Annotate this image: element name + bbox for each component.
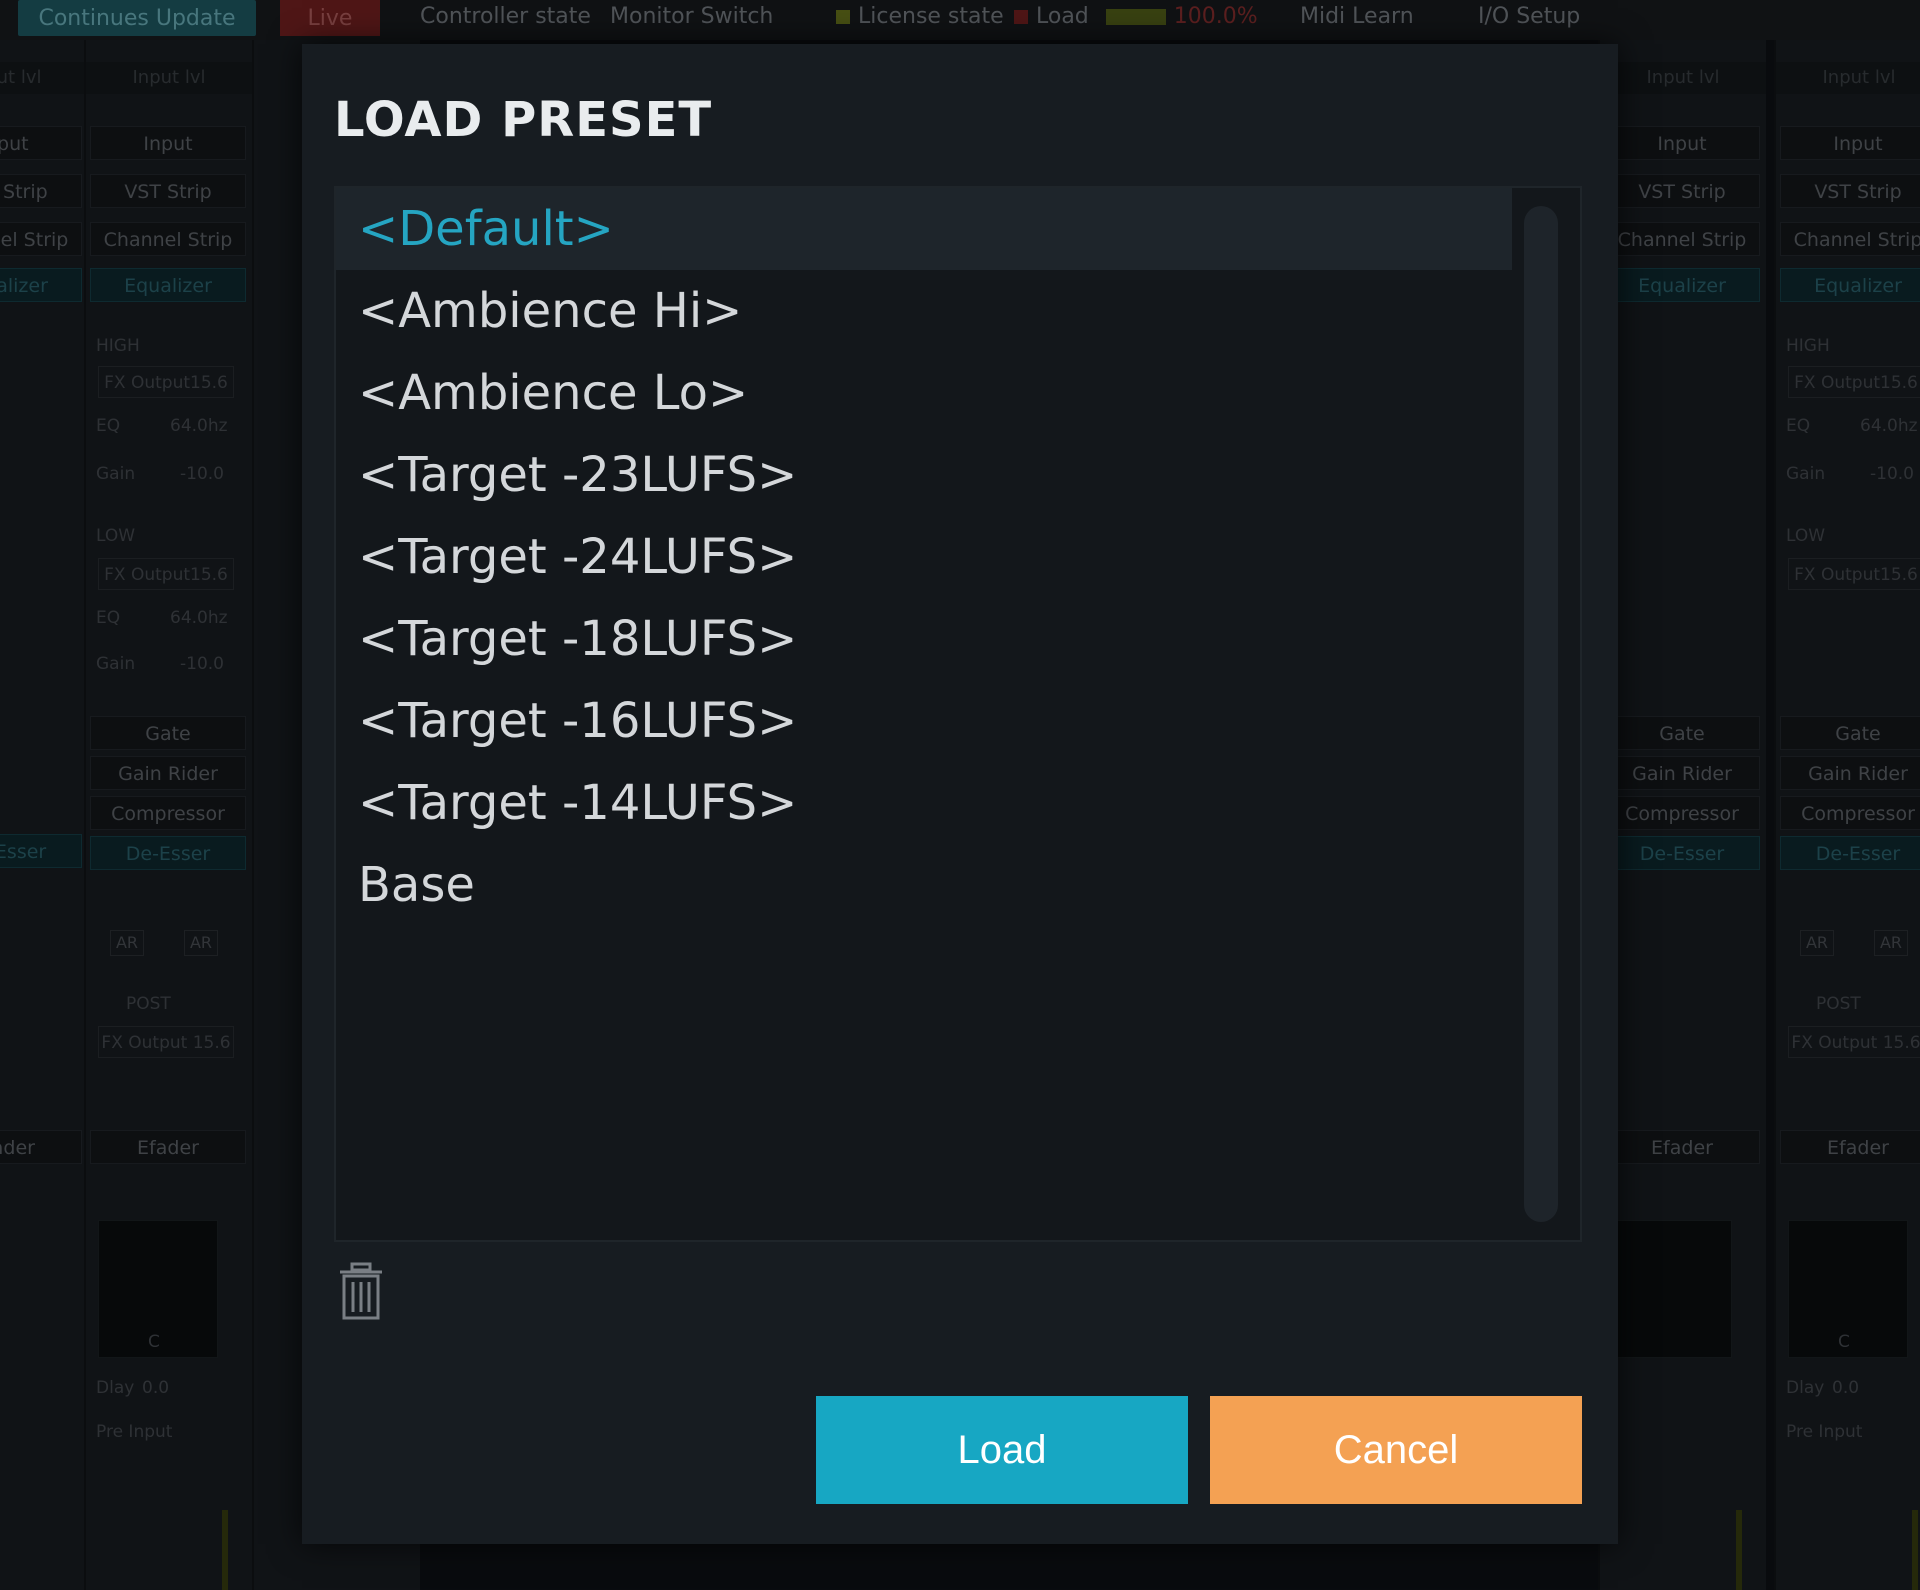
preset-item[interactable]: <Target -23LUFS> bbox=[336, 434, 1512, 516]
load-button[interactable]: Load bbox=[816, 1396, 1188, 1504]
preset-item[interactable]: <Target -18LUFS> bbox=[336, 598, 1512, 680]
preset-item[interactable]: <Target -16LUFS> bbox=[336, 680, 1512, 762]
preset-item[interactable]: <Default> bbox=[336, 188, 1512, 270]
preset-list[interactable]: <Default> <Ambience Hi> <Ambience Lo> <T… bbox=[334, 186, 1582, 1242]
load-preset-dialog: LOAD PRESET <Default> <Ambience Hi> <Amb… bbox=[302, 44, 1618, 1544]
preset-list-scrollbar[interactable] bbox=[1524, 206, 1558, 1222]
dialog-title: LOAD PRESET bbox=[334, 92, 713, 148]
cancel-button[interactable]: Cancel bbox=[1210, 1396, 1582, 1504]
preset-item[interactable]: <Ambience Hi> bbox=[336, 270, 1512, 352]
preset-item[interactable]: <Target -24LUFS> bbox=[336, 516, 1512, 598]
app-root: Continues Update Live Controller state M… bbox=[0, 0, 1920, 1590]
preset-item[interactable]: Base bbox=[336, 844, 1512, 926]
preset-item[interactable]: <Target -14LUFS> bbox=[336, 762, 1512, 844]
trash-icon[interactable] bbox=[336, 1262, 386, 1322]
preset-item[interactable]: <Ambience Lo> bbox=[336, 352, 1512, 434]
